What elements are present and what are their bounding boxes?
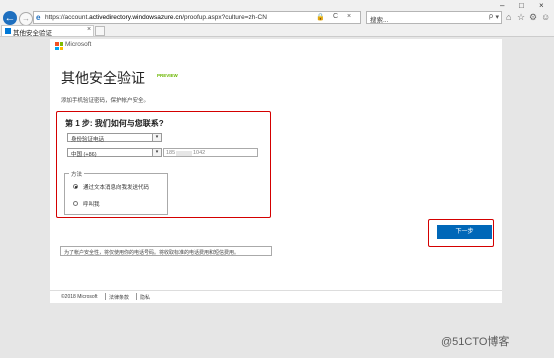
minimize-icon[interactable]: – [500,1,504,10]
page-title: 其他安全验证 [61,70,145,86]
footer-copyright: ©2018 Microsoft [61,294,98,300]
footer-divider [50,290,502,291]
footer-separator [136,293,137,300]
maximize-icon[interactable]: □ [519,1,524,10]
forward-arrow-icon: → [22,14,30,23]
forward-button[interactable]: → [19,12,33,26]
search-placeholder: 搜索... [370,17,389,24]
footer-separator [105,293,106,300]
azure-tab-icon [5,28,11,34]
back-button[interactable]: ← [3,11,17,25]
settings-gear-icon[interactable]: ⚙ [529,12,537,22]
footer-legal-link[interactable]: 法律条款 [109,294,129,301]
page-description: 添加手机验证密码，保护帐户安全。 [61,98,150,104]
stop-icon[interactable]: × [347,13,351,20]
preview-badge: PREVIEW [157,73,178,78]
refresh-icon[interactable]: C [333,13,338,20]
annotation-highlight-step1 [56,111,271,218]
tab-active[interactable]: 其他安全验证 × [1,25,94,37]
watermark-text: @51CTO博客 [441,336,510,348]
microsoft-logo-icon [55,42,63,50]
search-box[interactable]: 搜索... ρ ▾ [366,11,502,24]
smiley-icon[interactable]: ☺ [541,12,550,22]
annotation-highlight-next [428,219,494,247]
home-icon[interactable]: ⌂ [506,12,511,22]
lock-icon[interactable]: 🔒 [316,13,325,21]
tab-close-icon[interactable]: × [87,26,91,33]
favorites-star-icon[interactable]: ☆ [517,12,525,22]
new-tab-button[interactable] [95,26,105,36]
search-icon[interactable]: ρ [489,13,493,20]
address-url[interactable]: https://account.activedirectory.windowsa… [45,14,267,21]
privacy-notice-text: 为了帐户安全性，将仅使用你的电话号码。将收取标准的电话费用和短信费用。 [64,249,240,256]
microsoft-logo-text: Microsoft [65,41,92,48]
ie-logo-icon: e [36,13,41,22]
privacy-notice: 为了帐户安全性，将仅使用你的电话号码。将收取标准的电话费用和短信费用。 [60,246,272,256]
close-window-icon[interactable]: × [539,1,544,10]
search-dropdown-icon[interactable]: ▾ [495,13,499,21]
address-bar[interactable]: e https://account.activedirectory.window… [33,11,361,24]
back-arrow-icon: ← [4,12,16,24]
browser-chrome: ← → e https://account.activedirectory.wi… [0,0,554,37]
footer-privacy-link[interactable]: 隐私 [140,294,150,301]
